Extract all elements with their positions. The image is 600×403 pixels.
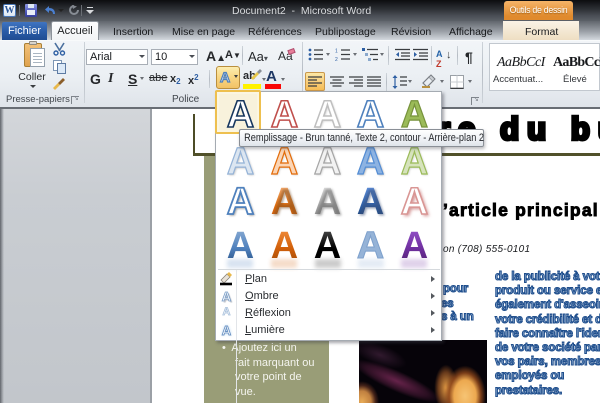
- svg-text:1: 1: [335, 49, 338, 55]
- svg-text:2: 2: [335, 57, 338, 61]
